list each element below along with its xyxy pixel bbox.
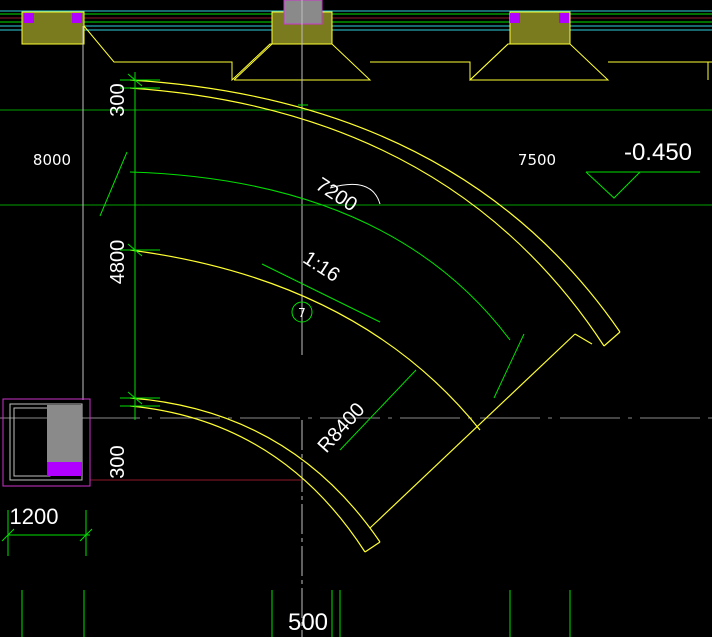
- elevation-label: -0.450: [624, 139, 692, 166]
- grid-spacing-right: 7500: [518, 151, 556, 169]
- column-marker-icon: [510, 13, 520, 23]
- top-wall: [0, 10, 712, 31]
- axis-bubble-label: 7: [298, 306, 306, 320]
- grid-spacing-left: 8000: [33, 151, 71, 169]
- elevation-triangle-icon: [585, 171, 700, 199]
- column-marker-icon: [72, 13, 82, 23]
- slope-label: 1:16: [299, 247, 344, 287]
- cad-drawing-canvas[interactable]: 7 300 4800 300 1200 500 8000 7500 7200 1…: [0, 0, 712, 637]
- dim-middle-span: 4800: [107, 240, 129, 285]
- column-marker-icon: [24, 13, 34, 23]
- dim-top-offset: 300: [107, 83, 129, 116]
- dim-bottom-width: 500: [288, 609, 328, 636]
- column-marker-icon: [559, 13, 569, 23]
- dim-bottom-offset: 300: [107, 445, 129, 478]
- dimension-lines: [1, 72, 571, 637]
- dim-left-width: 1200: [10, 504, 59, 529]
- left-stair-box: [2, 398, 91, 487]
- column-2-core: [283, 0, 323, 25]
- top-columns: [21, 0, 712, 82]
